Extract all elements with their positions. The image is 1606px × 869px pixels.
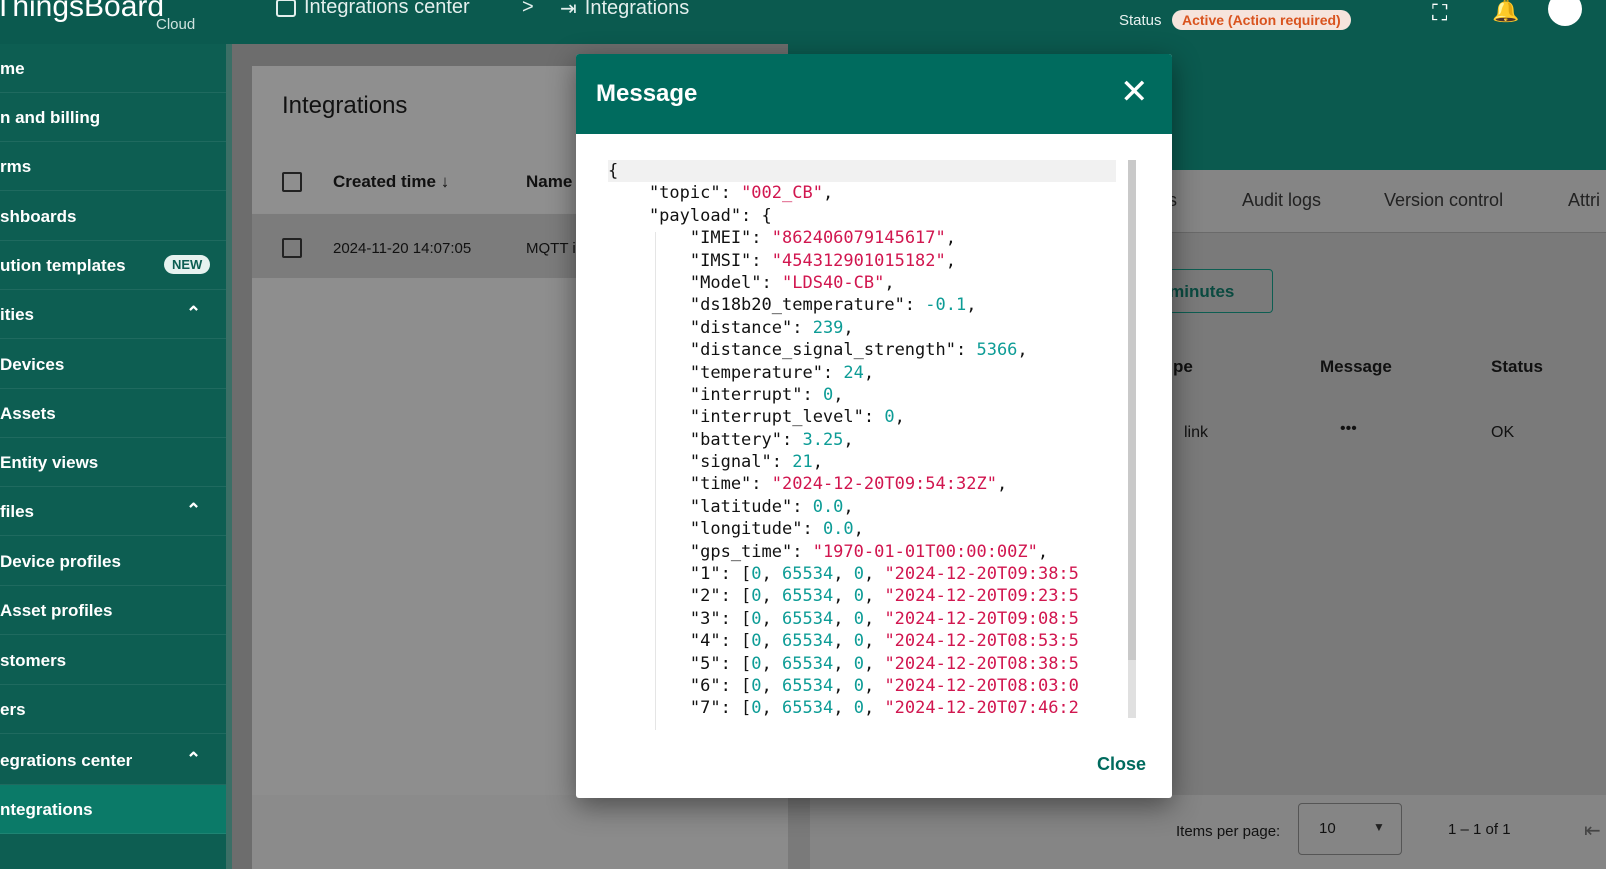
code-line: "latitude": 0.0, — [608, 496, 854, 517]
dialog-header: Message ✕ — [576, 54, 1172, 134]
integrations-card-footer — [252, 795, 788, 869]
code-line: "interrupt": 0, — [608, 384, 844, 405]
close-button[interactable]: Close — [1097, 754, 1146, 775]
items-per-page-label: Items per page: — [1176, 823, 1281, 840]
column-created-time[interactable]: Created time ↓ — [333, 172, 449, 192]
logo-subtitle: Cloud — [156, 16, 196, 33]
new-badge: NEW — [164, 255, 211, 274]
code-line: "5": [0, 65534, 0, "2024-12-20T08:38:5 — [608, 653, 1079, 674]
tab-attributes[interactable]: Attri — [1568, 190, 1600, 211]
breadcrumb-label: Integrations center — [304, 0, 470, 18]
logo[interactable]: ThingsBoard — [0, 0, 164, 24]
column-status[interactable]: Status — [1491, 357, 1543, 377]
chevron-up-icon[interactable]: ⌃ — [186, 749, 201, 770]
row-created-time: 2024-11-20 14:07:05 — [333, 240, 472, 257]
breadcrumb-label: Integrations — [584, 0, 690, 19]
message-dialog: Message ✕ { "topic": "002_CB", "payload"… — [576, 54, 1172, 798]
code-line: "longitude": 0.0, — [608, 519, 864, 540]
code-line: "4": [0, 65534, 0, "2024-12-20T08:53:5 — [608, 631, 1079, 652]
sidebar-item-devices[interactable]: Devices — [0, 340, 226, 389]
pagination-range: 1 – 1 of 1 — [1448, 821, 1511, 838]
sidebar: me n and billing rms shboards ution temp… — [0, 44, 226, 869]
chevron-up-icon[interactable]: ⌃ — [186, 500, 201, 521]
code-line: "battery": 3.25, — [608, 429, 854, 450]
close-icon[interactable]: ✕ — [1120, 72, 1149, 112]
breadcrumb-separator: > — [522, 0, 534, 18]
more-dots-icon[interactable]: ••• — [1340, 420, 1357, 438]
code-line: "payload": { — [608, 205, 772, 226]
bell-icon[interactable]: 🔔 — [1492, 0, 1519, 24]
breadcrumb-integrations[interactable]: ⇥ Integrations — [560, 0, 689, 21]
code-line: "2": [0, 65534, 0, "2024-12-20T09:23:5 — [608, 586, 1079, 607]
code-line: { — [608, 160, 1116, 183]
code-line: "IMEI": "862406079145617", — [608, 228, 957, 249]
breadcrumb-integrations-center[interactable]: Integrations center — [276, 0, 470, 19]
row-checkbox[interactable] — [282, 238, 302, 258]
sidebar-item-solution-templates[interactable]: ution templates NEW — [0, 241, 226, 290]
input-icon: ⇥ — [560, 0, 577, 20]
sidebar-item-entities[interactable]: ities ⌃ — [0, 290, 226, 339]
sidebar-item-customers[interactable]: stomers — [0, 636, 226, 685]
sidebar-item-users[interactable]: ers — [0, 685, 226, 734]
tab-audit-logs[interactable]: Audit logs — [1242, 190, 1321, 211]
arrow-down-icon: ↓ — [440, 172, 450, 191]
items-per-page-select[interactable]: 10 ▼ — [1298, 803, 1402, 855]
sidebar-item-integrations-center[interactable]: egrations center ⌃ — [0, 736, 226, 785]
page-title: Integrations — [282, 92, 408, 119]
code-line: "topic": "002_CB", — [608, 183, 834, 204]
code-line: "ds18b20_temperature": -0.1, — [608, 295, 977, 316]
indent-guide — [655, 232, 656, 730]
status-label: Status — [1119, 12, 1162, 29]
fullscreen-icon[interactable]: ⛶ — [1432, 0, 1447, 26]
column-type[interactable]: pe — [1173, 357, 1193, 377]
select-all-checkbox[interactable] — [282, 172, 302, 192]
chevron-up-icon[interactable]: ⌃ — [186, 303, 201, 324]
sidebar-item-profiles[interactable]: files ⌃ — [0, 487, 226, 536]
sidebar-item-home[interactable]: me — [0, 44, 226, 93]
sidebar-item-asset-profiles[interactable]: Asset profiles — [0, 586, 226, 635]
sidebar-item-entity-views[interactable]: Entity views — [0, 438, 226, 487]
sidebar-item-assets[interactable]: Assets — [0, 389, 226, 438]
event-type: link — [1184, 424, 1209, 441]
code-line: "time": "2024-12-20T09:54:32Z", — [608, 474, 1008, 495]
code-line: "signal": 21, — [608, 452, 823, 473]
code-line: "IMSI": "454312901015182", — [608, 250, 957, 271]
sidebar-item-device-profiles[interactable]: Device profiles — [0, 537, 226, 586]
sidebar-item-plan-billing[interactable]: n and billing — [0, 93, 226, 142]
code-line: "1": [0, 65534, 0, "2024-12-20T09:38:5 — [608, 564, 1079, 585]
tab-version-control[interactable]: Version control — [1384, 190, 1503, 211]
account-icon[interactable] — [1548, 0, 1582, 26]
first-page-icon[interactable]: ⇤ — [1584, 818, 1601, 843]
editor-scrollbar-thumb[interactable] — [1128, 160, 1136, 660]
caret-down-icon: ▼ — [1373, 820, 1385, 834]
code-line: "7": [0, 65534, 0, "2024-12-20T07:46:2 — [608, 698, 1079, 719]
dialog-title: Message — [596, 80, 698, 107]
sidebar-item-alarms[interactable]: rms — [0, 142, 226, 191]
code-line: "6": [0, 65534, 0, "2024-12-20T08:03:0 — [608, 675, 1079, 696]
column-name[interactable]: Name — [526, 172, 572, 192]
code-line: "temperature": 24, — [608, 362, 875, 383]
top-bar: ThingsBoard Cloud Integrations center > … — [0, 0, 1606, 44]
code-line: "interrupt_level": 0, — [608, 407, 905, 428]
code-line: "distance": 239, — [608, 317, 854, 338]
json-editor[interactable]: { "topic": "002_CB", "payload": { "IMEI"… — [608, 160, 1116, 730]
sidebar-item-integrations[interactable]: ntegrations — [0, 785, 226, 834]
row-name: MQTT i — [526, 240, 576, 257]
column-message[interactable]: Message — [1320, 357, 1392, 377]
code-line: "3": [0, 65534, 0, "2024-12-20T09:08:5 — [608, 608, 1079, 629]
code-line: "gps_time": "1970-01-01T00:00:00Z", — [608, 541, 1049, 562]
code-line: "Model": "LDS40-CB", — [608, 272, 895, 293]
event-status: OK — [1491, 424, 1515, 441]
sidebar-item-dashboards[interactable]: shboards — [0, 192, 226, 241]
integrations-icon — [276, 0, 296, 17]
status-badge[interactable]: Active (Action required) — [1172, 10, 1351, 30]
code-line: "distance_signal_strength": 5366, — [608, 340, 1028, 361]
